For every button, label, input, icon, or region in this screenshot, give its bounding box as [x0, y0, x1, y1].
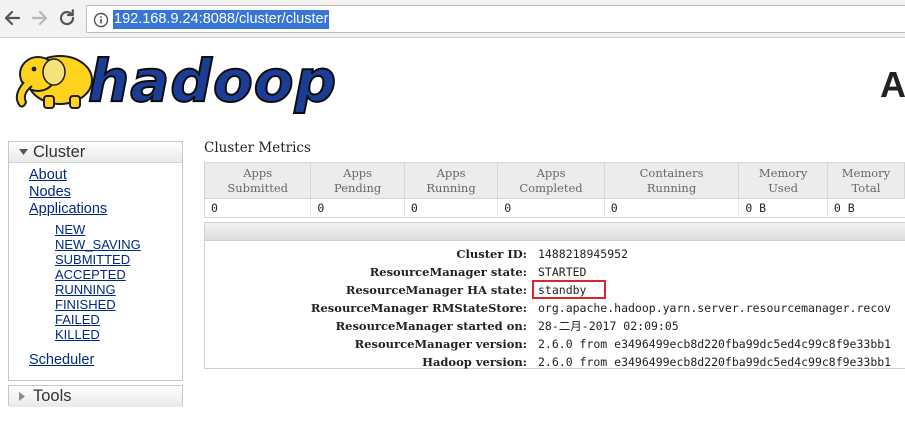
hadoop-logo[interactable]: hadoop — [8, 44, 337, 120]
nav-link-failed[interactable]: FAILED — [55, 312, 100, 327]
value-containers-running: 0 — [603, 198, 739, 218]
nav-link-running[interactable]: RUNNING — [55, 282, 116, 297]
col-apps-running[interactable]: Apps Running — [403, 162, 499, 199]
info-row-rm-state: ResourceManager state: STARTED — [205, 263, 905, 281]
triangle-right-icon — [19, 392, 25, 401]
logo-wordmark: hadoop — [87, 47, 338, 115]
info-value: 2.6.0 from e3496499ecb8d220fba99dc5ed4c9… — [538, 337, 892, 351]
value-apps-completed: 0 — [497, 198, 605, 218]
info-label: ResourceManager HA state: — [345, 283, 527, 297]
info-label: Hadoop version: — [422, 355, 527, 369]
value-memory-total: 0 B — [826, 198, 905, 218]
info-label: ResourceManager version: — [354, 337, 527, 351]
browser-toolbar: 192.168.9.24:8088/cluster/cluster — [0, 0, 905, 38]
metrics-header-row: Apps Submitted Apps Pending Apps Running Ap… — [203, 162, 905, 199]
col-containers-running[interactable]: Containers Running — [603, 162, 740, 199]
info-value: org.apache.hadoop.yarn.server.resourcema… — [538, 301, 892, 315]
cluster-metrics-table: Apps Submitted Apps Pending Apps Running Ap… — [203, 162, 905, 218]
col-apps-submitted[interactable]: Apps Submitted — [203, 162, 312, 199]
nav-link-scheduler[interactable]: Scheduler — [29, 352, 94, 368]
col-memory-total[interactable]: Memory Total — [826, 162, 905, 199]
info-row-rm-version: ResourceManager version: 2.6.0 from e349… — [205, 335, 905, 353]
cluster-metrics-title: Cluster Metrics — [204, 140, 311, 156]
address-bar[interactable]: 192.168.9.24:8088/cluster/cluster — [86, 5, 905, 33]
forward-button[interactable] — [28, 7, 50, 29]
nav-link-accepted[interactable]: ACCEPTED — [55, 267, 126, 282]
info-value: 1488218945952 — [538, 247, 629, 261]
nav-link-applications[interactable]: Applications — [29, 201, 107, 217]
value-apps-submitted: 0 — [203, 198, 311, 218]
value-memory-used: 0 B — [738, 198, 828, 218]
reload-icon — [59, 9, 75, 26]
ha-state-annotation-box — [532, 280, 606, 299]
info-row-rm-statestore: ResourceManager RMStateStore: org.apache… — [205, 299, 905, 317]
tools-nav-panel[interactable]: Tools — [8, 385, 183, 407]
col-apps-pending[interactable]: Apps Pending — [310, 162, 405, 199]
nav-link-new-saving[interactable]: NEW_SAVING — [55, 237, 141, 252]
nav-link-about[interactable]: About — [29, 167, 67, 183]
info-row-hadoop-version: Hadoop version: 2.6.0 from e3496499ecb8d… — [205, 353, 905, 371]
info-row-cluster-id: Cluster ID: 1488218945952 — [205, 245, 905, 263]
back-button[interactable] — [2, 7, 24, 29]
cluster-info-header — [205, 223, 905, 241]
value-apps-running: 0 — [403, 198, 498, 218]
info-label: ResourceManager started on: — [335, 319, 527, 333]
tools-nav-header[interactable]: Tools — [9, 386, 182, 407]
info-label: ResourceManager state: — [369, 265, 527, 279]
info-value: 2.6.0 from e3496499ecb8d220fba99dc5ed4c9… — [538, 355, 892, 369]
col-apps-completed[interactable]: Apps Completed — [497, 162, 605, 199]
cluster-nav-header[interactable]: Cluster — [9, 142, 182, 163]
page-heading: A — [880, 64, 905, 105]
table-row: 0 0 0 0 0 0 B 0 B — [203, 198, 905, 218]
nav-link-finished[interactable]: FINISHED — [55, 297, 116, 312]
info-row-rm-started: ResourceManager started on: 28-二月-2017 0… — [205, 317, 905, 335]
triangle-down-icon — [19, 149, 28, 155]
info-value: 28-二月-2017 02:09:05 — [538, 319, 679, 333]
col-memory-used[interactable]: Memory Used — [738, 162, 828, 199]
nav-link-nodes[interactable]: Nodes — [29, 184, 71, 200]
arrow-left-icon — [4, 10, 21, 26]
nav-link-killed[interactable]: KILLED — [55, 327, 100, 342]
url-text[interactable]: 192.168.9.24:8088/cluster/cluster — [113, 10, 330, 29]
tools-nav-label: Tools — [33, 387, 72, 405]
info-icon[interactable] — [93, 12, 109, 28]
nav-link-submitted[interactable]: SUBMITTED — [55, 252, 130, 267]
arrow-right-icon — [31, 10, 48, 26]
info-label: ResourceManager RMStateStore: — [310, 301, 527, 315]
value-apps-pending: 0 — [310, 198, 405, 218]
nav-link-new[interactable]: NEW — [55, 222, 85, 237]
info-value: STARTED — [538, 265, 587, 279]
reload-button[interactable] — [56, 7, 78, 29]
cluster-nav-label: Cluster — [33, 143, 86, 161]
info-label: Cluster ID: — [456, 247, 527, 261]
